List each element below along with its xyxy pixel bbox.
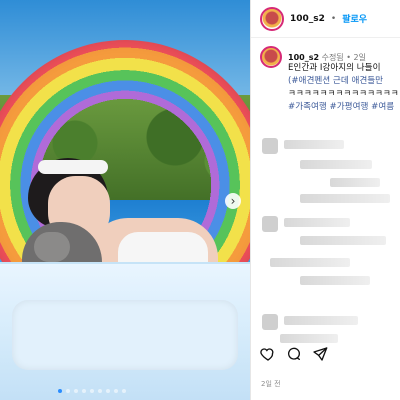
comment-blurred: [270, 258, 350, 267]
carousel-dot: [82, 389, 86, 393]
comment-avatar-blurred: [262, 314, 278, 330]
carousel-dot: [106, 389, 110, 393]
post-header: 100_s2 • 팔로우: [251, 0, 400, 38]
comment-blurred: [280, 334, 338, 343]
instagram-post: › 100_s2 • 팔로우 100_s2 수정됨 • 2일 E인간과 I강아지…: [0, 0, 400, 400]
separator: •: [346, 52, 351, 62]
caption-time: 2일: [353, 52, 366, 62]
post-photo[interactable]: ›: [0, 0, 250, 400]
caption-username[interactable]: 100_s2: [288, 53, 319, 62]
comment-icon[interactable]: [286, 346, 302, 362]
comment-blurred: [330, 178, 380, 187]
caption-line: ㅋㅋㅋㅋㅋㅋㅋㅋㅋㅋㅋㅋㅋㅋ: [288, 89, 398, 99]
carousel-dot: [114, 389, 118, 393]
caption-text: E인간과 I강아지의 나들이 (#애견펜션 근데 애견들만 ㅋㅋㅋㅋㅋㅋㅋㅋㅋㅋ…: [288, 62, 398, 114]
comment-blurred: [284, 140, 344, 149]
chevron-right-icon: ›: [230, 194, 236, 208]
visor: [38, 160, 108, 174]
carousel-dot: [122, 389, 126, 393]
carousel-dot: [90, 389, 94, 393]
comment-avatar-blurred: [262, 138, 278, 154]
caption-line[interactable]: #가족여행 #가평여행 #여름: [288, 101, 398, 114]
caption-meta: 100_s2 수정됨 • 2일: [288, 52, 366, 63]
carousel-next-button[interactable]: ›: [225, 193, 241, 209]
username[interactable]: 100_s2: [290, 14, 325, 24]
caption-line[interactable]: (#애견펜션 근데 애견들만: [288, 75, 398, 88]
heart-icon[interactable]: [260, 346, 276, 362]
comment-blurred: [300, 194, 390, 203]
caption-avatar[interactable]: [260, 46, 282, 68]
comment-avatar-blurred: [262, 216, 278, 232]
carousel-dot: [58, 389, 62, 393]
comment-blurred: [284, 218, 350, 227]
carousel-dot: [74, 389, 78, 393]
comment-blurred: [300, 276, 370, 285]
avatar[interactable]: [260, 6, 284, 31]
comment-blurred: [284, 316, 358, 325]
comment-blurred: [300, 236, 386, 245]
action-bar: [260, 346, 328, 362]
carousel-dots: [58, 389, 126, 393]
caption-line: E인간과 I강아지의 나들이: [288, 63, 381, 73]
comment-blurred: [300, 160, 372, 169]
separator: •: [330, 13, 337, 24]
send-icon[interactable]: [312, 346, 328, 362]
follow-button[interactable]: 팔로우: [342, 12, 367, 25]
edited-label: 수정됨: [321, 52, 344, 62]
post-time: 2일 전: [261, 380, 281, 388]
inflatable-mat-panel: [12, 300, 238, 370]
carousel-dot: [66, 389, 70, 393]
carousel-dot: [98, 389, 102, 393]
